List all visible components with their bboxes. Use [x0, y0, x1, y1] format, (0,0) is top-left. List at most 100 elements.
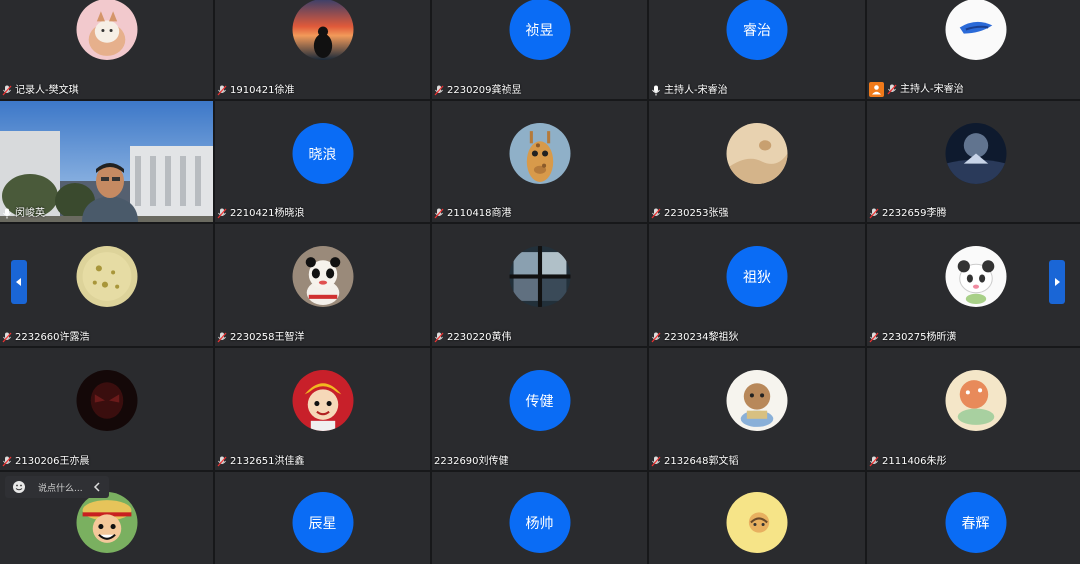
participant-tile[interactable]: 睿治 主持人-宋睿治: [649, 0, 865, 99]
avatar: [726, 370, 788, 431]
avatar-initials: 晓浪: [292, 123, 353, 184]
avatar-initials: 睿治: [726, 0, 788, 60]
avatar: [292, 0, 353, 60]
avatar-initials: 春辉: [945, 492, 1006, 553]
participant-label: 2232660许露浩: [2, 331, 90, 344]
participant-name: 1910421徐准: [230, 85, 295, 96]
avatar: [76, 0, 137, 60]
participant-name: 闵峻英: [15, 208, 45, 219]
participant-name: 主持人-宋睿治: [900, 84, 964, 95]
mic-muted-icon: [651, 332, 661, 343]
participant-tile[interactable]: 传健 2232690刘传健: [432, 348, 647, 470]
mic-muted-icon: [217, 208, 227, 219]
mic-muted-icon: [869, 332, 879, 343]
participant-tile[interactable]: 2232660许露浩: [0, 224, 213, 346]
mic-icon: [2, 208, 12, 219]
participant-tile[interactable]: 辰星: [215, 472, 430, 564]
host-badge-icon: [869, 82, 884, 97]
mic-muted-icon: [2, 85, 12, 96]
chevron-left-icon[interactable]: [91, 481, 103, 493]
participant-name: 2230258王智洋: [230, 332, 305, 343]
participant-tile[interactable]: 2130206王亦晨: [0, 348, 213, 470]
avatar: [945, 123, 1006, 184]
participant-tile[interactable]: 2230220黄伟: [432, 224, 647, 346]
avatar: [945, 370, 1006, 431]
participant-label: 2232659李腾: [869, 207, 947, 220]
participant-label: 2111406朱彤: [869, 455, 947, 468]
mic-muted-icon: [217, 85, 227, 96]
participant-name: 2232690刘传健: [434, 456, 509, 467]
participant-tile[interactable]: 2111406朱彤: [867, 348, 1080, 470]
avatar: [509, 246, 570, 307]
participant-label: 主持人-宋睿治: [651, 84, 728, 97]
participant-label: 2132648郭文韬: [651, 455, 739, 468]
participant-label: 2230234黎祖狄: [651, 331, 739, 344]
participant-label: 主持人-宋睿治: [869, 82, 964, 97]
avatar: [76, 492, 137, 553]
participant-tile[interactable]: 1910421徐准: [215, 0, 430, 99]
emoji-icon[interactable]: [12, 480, 26, 494]
previous-page-button[interactable]: [11, 260, 27, 304]
participant-tile[interactable]: 记录人-樊文琪: [0, 0, 213, 99]
participant-tile[interactable]: 杨帅: [432, 472, 647, 564]
avatar: [509, 123, 570, 184]
participant-label: 2230220黄伟: [434, 331, 512, 344]
avatar-initials: 祖狄: [726, 246, 788, 307]
avatar: [292, 246, 353, 307]
participant-label: 1910421徐准: [217, 84, 295, 97]
mic-muted-icon: [434, 208, 444, 219]
participant-label: 2132651洪佳鑫: [217, 455, 305, 468]
participant-tile[interactable]: 2110418商港: [432, 101, 647, 222]
participant-tile[interactable]: 2230258王智洋: [215, 224, 430, 346]
participant-label: 2110418商港: [434, 207, 512, 220]
mic-muted-icon: [2, 332, 12, 343]
participant-name: 2110418商港: [447, 208, 512, 219]
mic-muted-icon: [869, 456, 879, 467]
participant-video-tile[interactable]: 闵峻英: [0, 101, 213, 222]
participant-tile[interactable]: 祖狄 2230234黎祖狄: [649, 224, 865, 346]
participant-name: 2230275杨昕潢: [882, 332, 957, 343]
avatar-initials: 传健: [509, 370, 570, 431]
participant-name: 2130206王亦晨: [15, 456, 90, 467]
mic-muted-icon: [434, 332, 444, 343]
mic-muted-icon: [887, 84, 897, 95]
participant-name: 2132651洪佳鑫: [230, 456, 305, 467]
mic-muted-icon: [434, 85, 444, 96]
participant-tile[interactable]: 主持人-宋睿治: [867, 0, 1080, 99]
participant-name: 主持人-宋睿治: [664, 85, 728, 96]
participant-tile[interactable]: 祯昱 2230209龚祯昱: [432, 0, 647, 99]
video-feed: [0, 101, 213, 222]
participant-name: 2230234黎祖狄: [664, 332, 739, 343]
participant-label: 2210421杨晓浪: [217, 207, 305, 220]
participant-tile[interactable]: 2232659李腾: [867, 101, 1080, 222]
participant-label: 2232690刘传健: [434, 455, 509, 468]
participant-label: 2230258王智洋: [217, 331, 305, 344]
participant-grid: 记录人-樊文琪 1910421徐准 祯昱 2230209龚祯昱 睿治 主持人-宋…: [0, 0, 1080, 564]
participant-tile[interactable]: 春辉: [867, 472, 1080, 564]
avatar: [292, 370, 353, 431]
avatar: [726, 123, 788, 184]
participant-tile[interactable]: [649, 472, 865, 564]
participant-name: 2210421杨晓浪: [230, 208, 305, 219]
chevron-right-icon: [1055, 278, 1060, 286]
avatar: [945, 246, 1006, 307]
mic-muted-icon: [869, 208, 879, 219]
participant-name: 2230209龚祯昱: [447, 85, 522, 96]
chat-input[interactable]: 说点什么...: [5, 476, 109, 498]
mic-muted-icon: [651, 456, 661, 467]
avatar-initials: 辰星: [292, 492, 353, 553]
participant-tile[interactable]: 晓浪 2210421杨晓浪: [215, 101, 430, 222]
next-page-button[interactable]: [1049, 260, 1065, 304]
participant-label: 2230253张强: [651, 207, 729, 220]
participant-tile[interactable]: 2132651洪佳鑫: [215, 348, 430, 470]
participant-name: 2232659李腾: [882, 208, 947, 219]
participant-tile[interactable]: 2132648郭文韬: [649, 348, 865, 470]
mic-icon: [651, 85, 661, 96]
participant-label: 闵峻英: [2, 207, 45, 220]
avatar-initials: 杨帅: [509, 492, 570, 553]
participant-name: 2232660许露浩: [15, 332, 90, 343]
mic-muted-icon: [2, 456, 12, 467]
participant-label: 记录人-樊文琪: [2, 84, 79, 97]
participant-tile[interactable]: 2230253张强: [649, 101, 865, 222]
avatar-initials: 祯昱: [509, 0, 570, 60]
